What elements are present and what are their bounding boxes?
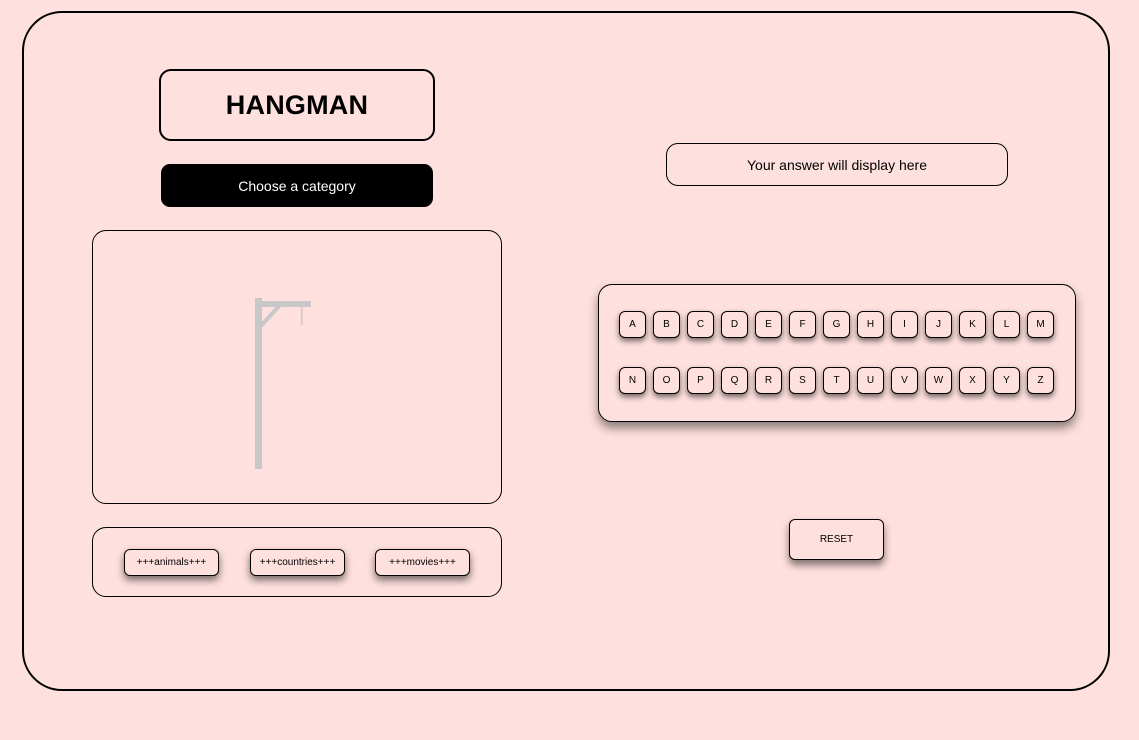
gallows-drawing (255, 298, 311, 469)
category-button-movies[interactable]: +++movies+++ (375, 549, 470, 576)
letter-key-s[interactable]: S (789, 367, 816, 394)
letter-key-l[interactable]: L (993, 311, 1020, 338)
letter-key-o[interactable]: O (653, 367, 680, 394)
category-button-animals[interactable]: +++animals+++ (124, 549, 219, 576)
letter-key-a[interactable]: A (619, 311, 646, 338)
letter-key-d[interactable]: D (721, 311, 748, 338)
gallows-rope (301, 307, 303, 325)
gallows-brace (259, 304, 281, 328)
letter-key-y[interactable]: Y (993, 367, 1020, 394)
answer-display: Your answer will display here (666, 143, 1008, 186)
category-prompt: Choose a category (161, 164, 433, 207)
letter-key-n[interactable]: N (619, 367, 646, 394)
page-title: HANGMAN (159, 69, 435, 141)
reset-button[interactable]: RESET (789, 519, 884, 560)
hangman-drawing-area (92, 230, 502, 504)
letter-key-p[interactable]: P (687, 367, 714, 394)
letter-key-c[interactable]: C (687, 311, 714, 338)
letter-key-k[interactable]: K (959, 311, 986, 338)
letter-key-g[interactable]: G (823, 311, 850, 338)
letter-key-v[interactable]: V (891, 367, 918, 394)
letter-key-f[interactable]: F (789, 311, 816, 338)
letter-key-z[interactable]: Z (1027, 367, 1054, 394)
letter-key-q[interactable]: Q (721, 367, 748, 394)
gallows-beam (255, 301, 311, 307)
letter-keyboard: ABCDEFGHIJKLM NOPQRSTUVWXYZ (598, 284, 1076, 422)
letter-key-m[interactable]: M (1027, 311, 1054, 338)
letter-key-u[interactable]: U (857, 367, 884, 394)
letter-key-w[interactable]: W (925, 367, 952, 394)
letter-key-j[interactable]: J (925, 311, 952, 338)
category-button-countries[interactable]: +++countries+++ (250, 549, 345, 576)
letter-key-r[interactable]: R (755, 367, 782, 394)
letter-key-x[interactable]: X (959, 367, 986, 394)
category-panel: +++animals+++ +++countries+++ +++movies+… (92, 527, 502, 597)
letter-key-i[interactable]: I (891, 311, 918, 338)
letter-key-h[interactable]: H (857, 311, 884, 338)
letter-key-e[interactable]: E (755, 311, 782, 338)
letter-key-b[interactable]: B (653, 311, 680, 338)
letter-key-t[interactable]: T (823, 367, 850, 394)
